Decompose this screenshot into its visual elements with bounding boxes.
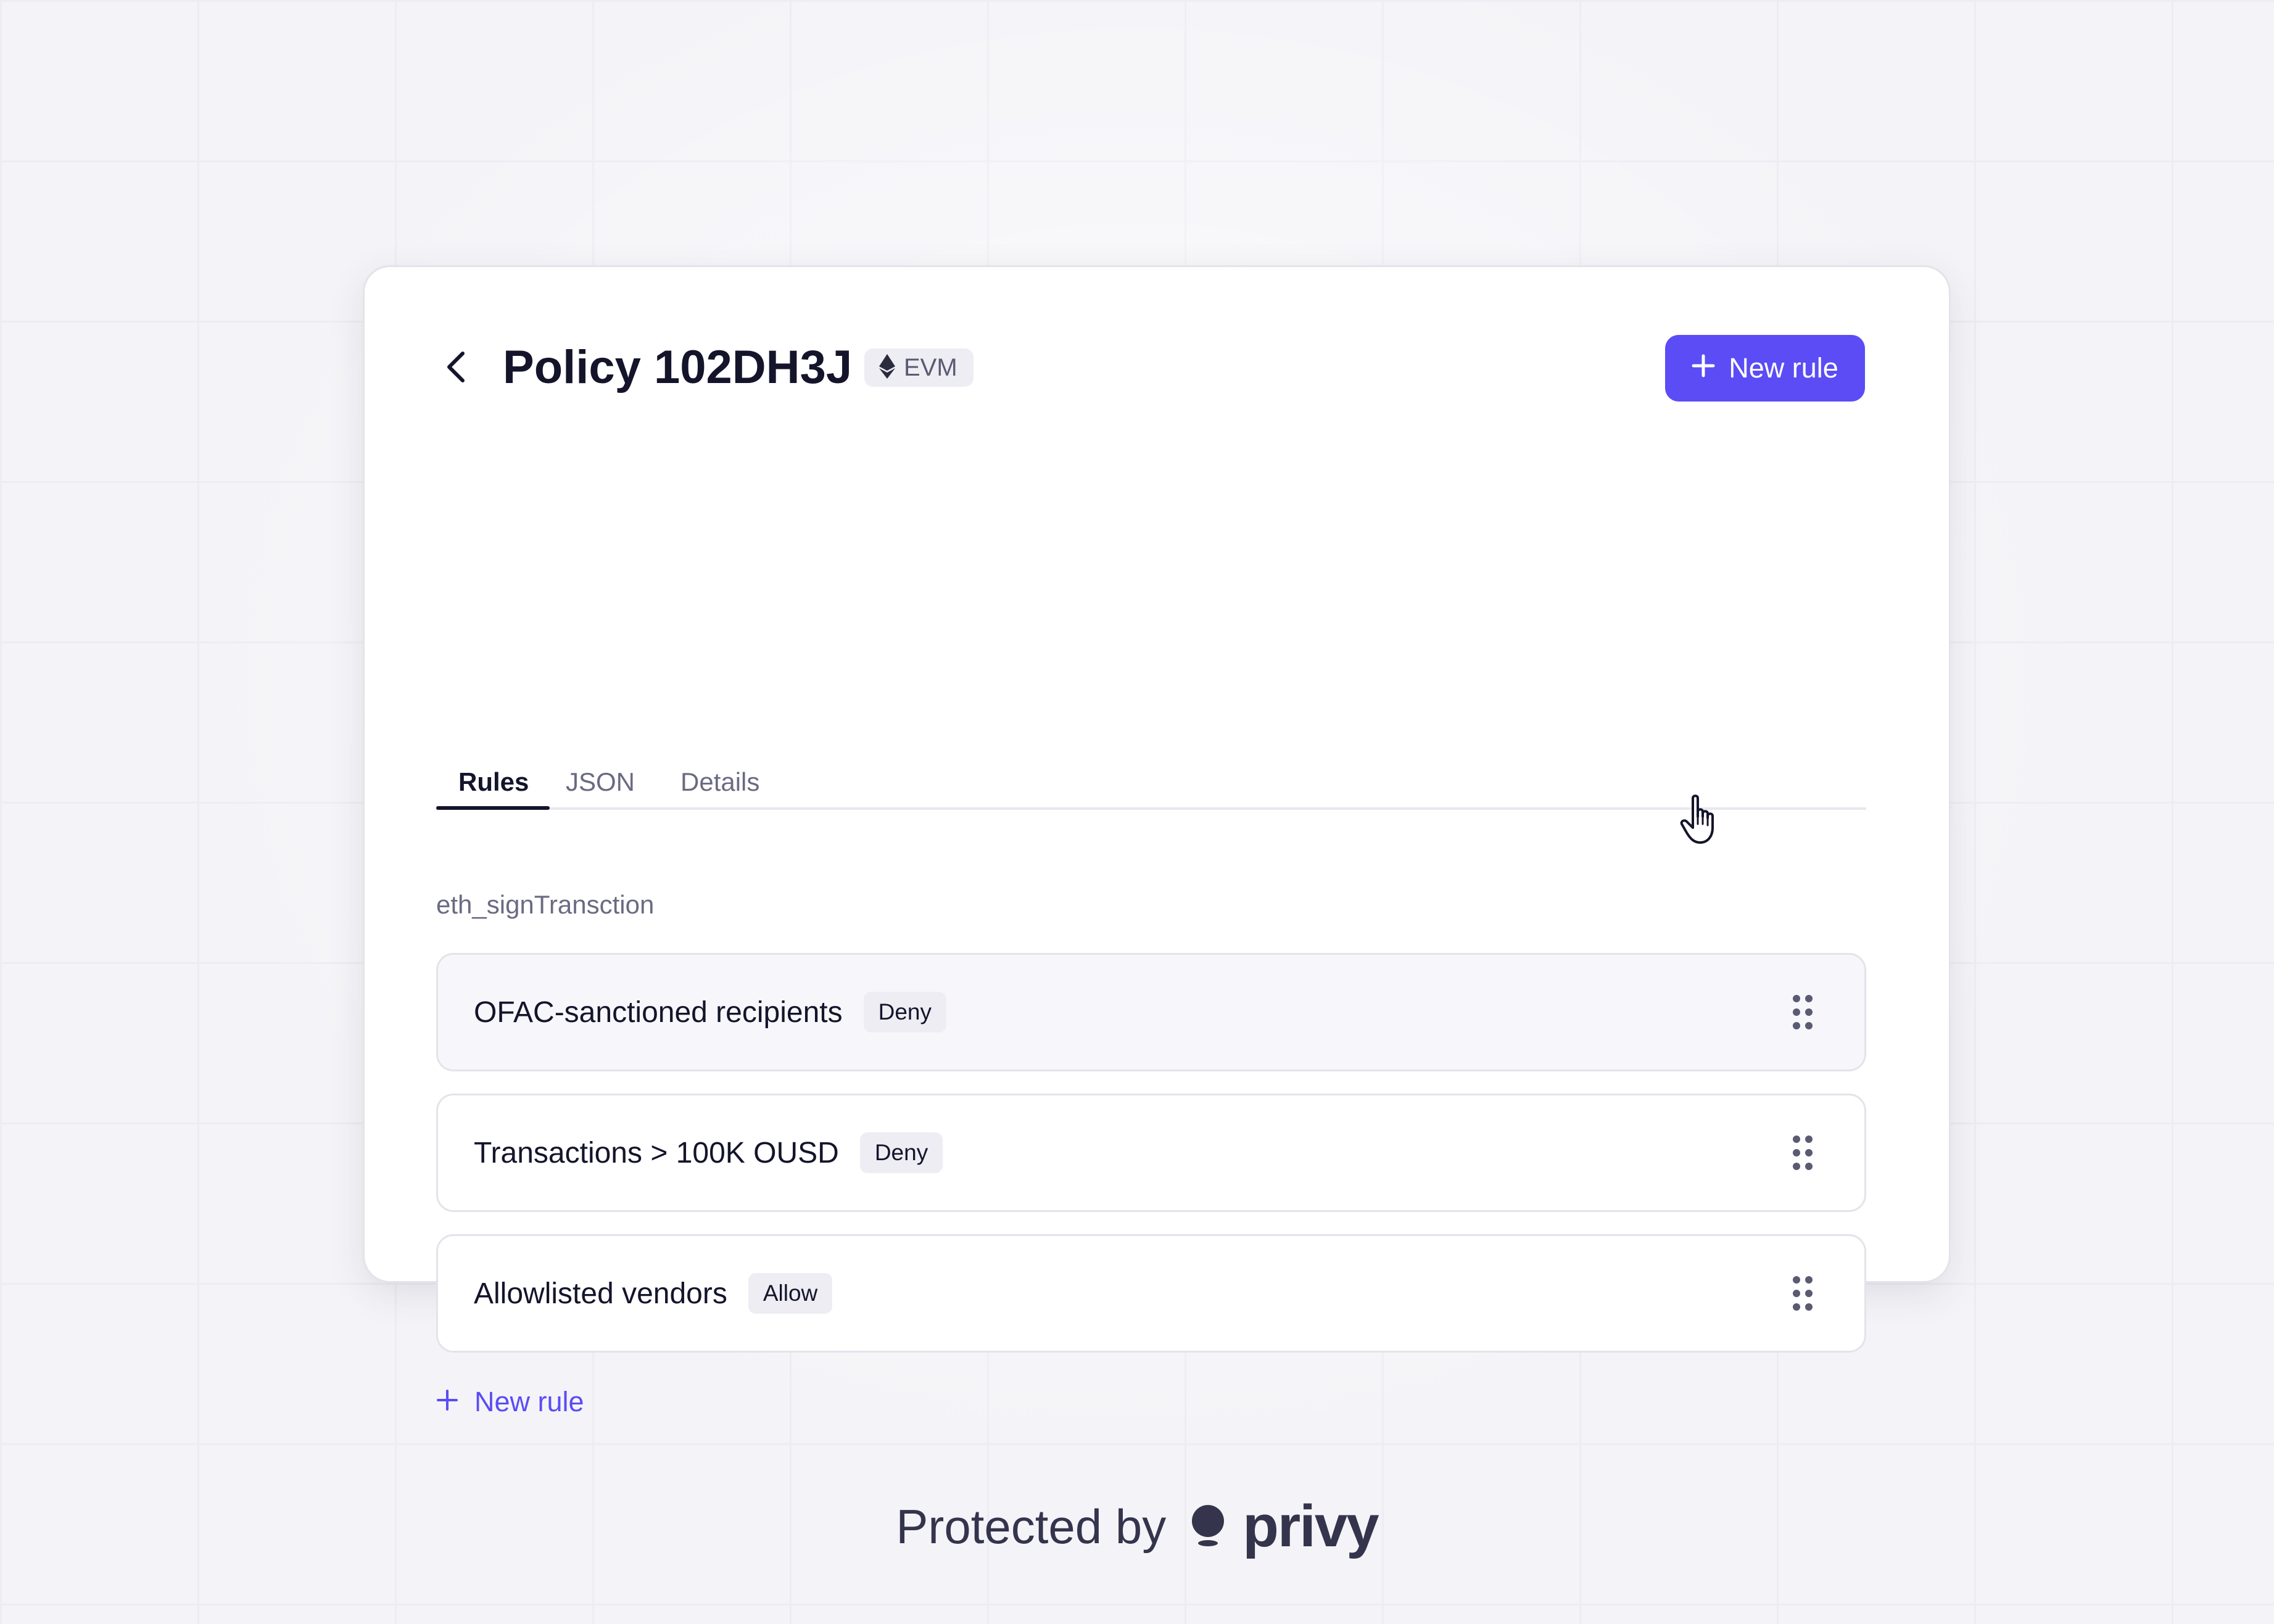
rule-action-badge: Deny xyxy=(859,1132,943,1173)
privy-logo-icon xyxy=(1191,1504,1225,1550)
page-title: Policy 102DH3J xyxy=(503,341,853,394)
new-rule-button[interactable]: New rule xyxy=(1665,335,1865,402)
rule-title: OFAC-sanctioned recipients xyxy=(474,995,843,1029)
rule-title: Transactions > 100K OUSD xyxy=(474,1136,839,1169)
footer-text: Protected by xyxy=(896,1499,1167,1554)
rule-card[interactable]: Allowlisted vendors Allow xyxy=(436,1234,1866,1353)
rule-action-badge: Deny xyxy=(863,992,946,1033)
new-rule-button-label: New rule xyxy=(1729,352,1838,384)
drag-handle-icon[interactable] xyxy=(1790,1134,1815,1171)
plus-icon xyxy=(436,1386,458,1418)
drag-handle-icon[interactable] xyxy=(1790,1275,1815,1312)
tab-bar: Rules JSON Details xyxy=(436,754,1866,810)
plus-icon xyxy=(1692,352,1715,384)
add-rule-link-label: New rule xyxy=(474,1386,584,1417)
back-chevron-icon[interactable] xyxy=(439,350,473,384)
footer: Protected by privy xyxy=(0,1493,2274,1560)
tab-details[interactable]: Details xyxy=(680,754,759,810)
hand-pointer-icon xyxy=(1679,793,1724,846)
privy-logo: privy xyxy=(1191,1493,1379,1559)
ethereum-icon xyxy=(879,353,895,382)
tab-rules[interactable]: Rules xyxy=(458,754,529,810)
rule-action-badge: Allow xyxy=(748,1273,833,1314)
chain-badge: EVM xyxy=(864,348,974,387)
method-label: eth_signTransction xyxy=(436,890,655,919)
active-tab-indicator xyxy=(436,806,550,810)
privy-wordmark: privy xyxy=(1242,1493,1379,1559)
chain-badge-label: EVM xyxy=(904,353,957,381)
tab-json[interactable]: JSON xyxy=(566,754,635,810)
drag-handle-icon[interactable] xyxy=(1790,994,1815,1031)
rule-card[interactable]: Transactions > 100K OUSD Deny xyxy=(436,1094,1866,1212)
policy-card: Policy 102DH3J EVM New rule Rules JSON D… xyxy=(363,265,1951,1417)
add-rule-link[interactable]: New rule xyxy=(436,1383,584,1420)
rule-title: Allowlisted vendors xyxy=(474,1277,727,1310)
rule-card[interactable]: OFAC-sanctioned recipients Deny xyxy=(436,953,1866,1071)
